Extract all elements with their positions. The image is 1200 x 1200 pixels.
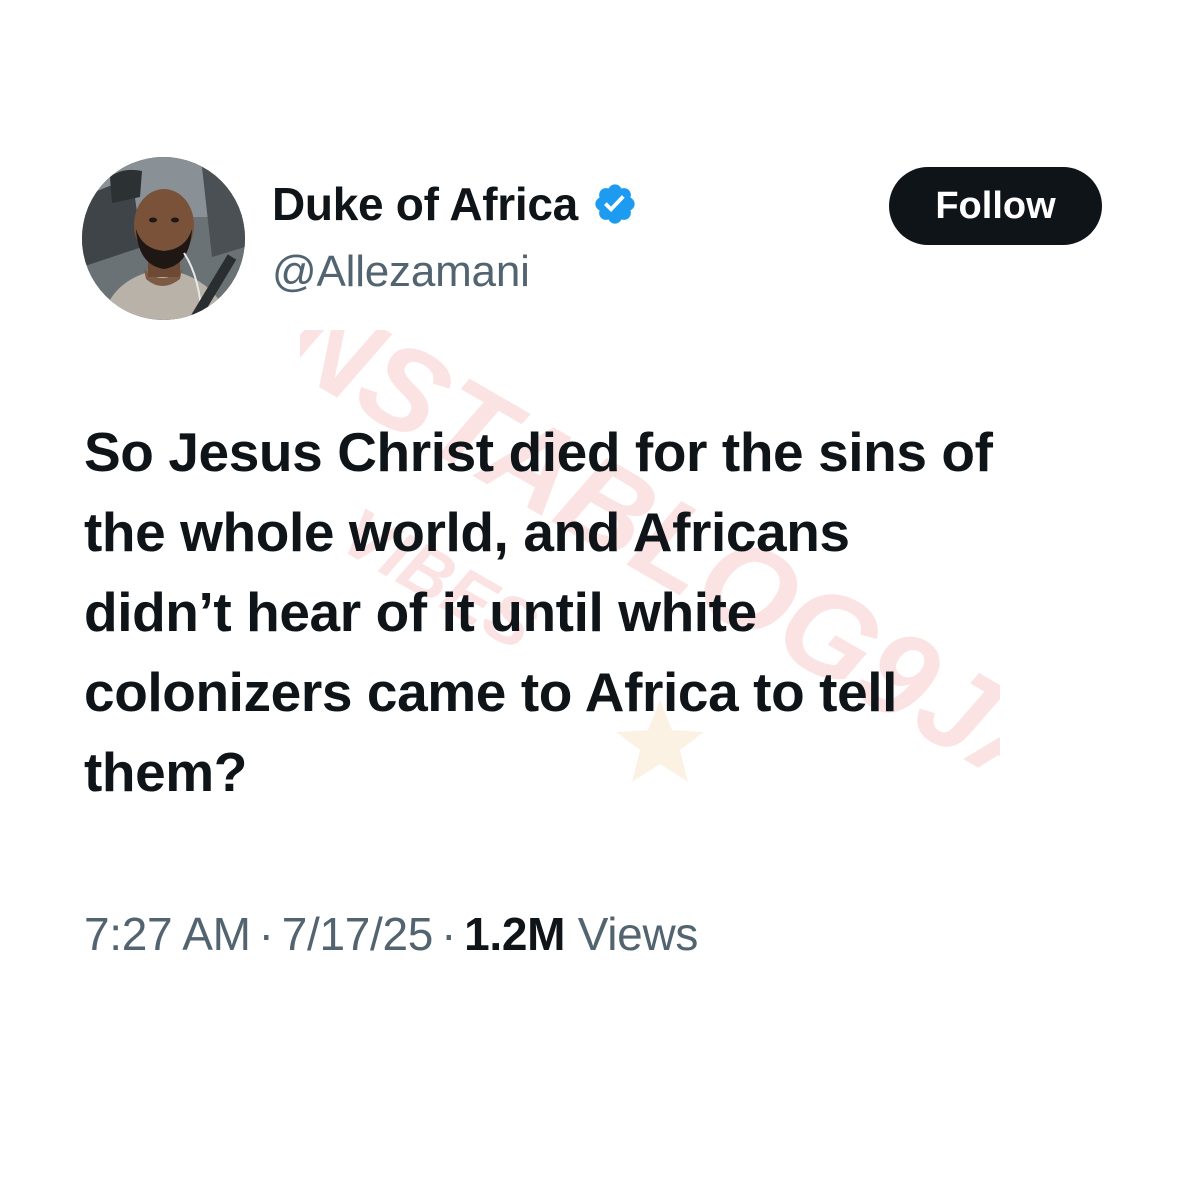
author-name-row[interactable]: Duke of Africa	[272, 176, 638, 232]
avatar[interactable]	[82, 157, 245, 320]
tweet-text: So Jesus Christ died for the sins of the…	[84, 412, 1124, 812]
follow-button[interactable]: Follow	[889, 167, 1102, 245]
tweet-text-line: didn’t hear of it until white	[84, 581, 757, 643]
author-display-name[interactable]: Duke of Africa	[272, 176, 578, 232]
avatar-photo-icon	[82, 157, 245, 320]
views-count[interactable]: 1.2M	[464, 908, 565, 960]
author-handle[interactable]: @Allezamani	[272, 244, 530, 300]
verified-badge-icon	[595, 184, 635, 224]
meta-separator: ·	[258, 908, 274, 960]
views-label[interactable]: Views	[578, 908, 699, 960]
tweet-time[interactable]: 7:27 AM	[84, 908, 251, 960]
tweet-card: Duke of Africa @Allezamani Follow INSTAB…	[0, 0, 1200, 1200]
tweet-text-line: colonizers came to Africa to tell	[84, 661, 898, 723]
tweet-date[interactable]: 7/17/25	[282, 908, 434, 960]
tweet-text-line: So Jesus Christ died for the sins of	[84, 421, 993, 483]
tweet-text-line: them?	[84, 741, 248, 803]
tweet-meta-row: 7:27 AM · 7/17/25 · 1.2M Views	[84, 904, 698, 964]
meta-separator: ·	[441, 908, 457, 960]
tweet-text-line: the whole world, and Africans	[84, 501, 850, 563]
